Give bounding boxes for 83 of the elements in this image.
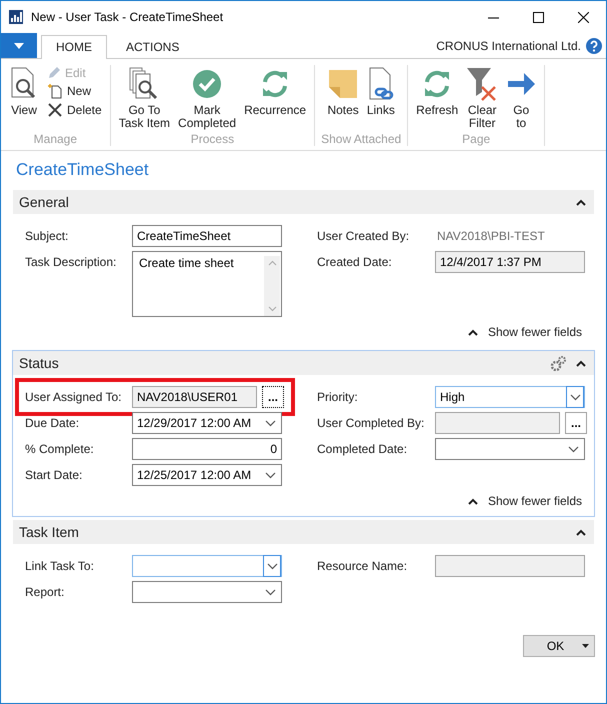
chevron-down-icon[interactable] [266,562,278,570]
ribbon-tab[interactable]: ACTIONS [111,35,194,59]
new-document-icon [47,83,63,99]
section-header[interactable]: Status [13,351,594,375]
field-label: Due Date: [25,415,80,432]
field-label: Completed Date: [317,441,408,458]
ribbon-button[interactable]: Go To Task Item [116,65,172,132]
section-title[interactable]: Task Item [19,524,566,540]
field-label: User Assigned To: [25,389,122,406]
caret-icon [14,42,24,48]
section-title[interactable]: Status [19,355,540,371]
ribbon-button[interactable]: New [45,82,104,100]
collapse-icon[interactable] [576,198,586,206]
section-title[interactable]: General [19,194,566,210]
maximize-icon[interactable] [533,12,544,22]
group-label: Process [190,132,234,146]
chevron-down-icon[interactable] [570,394,580,400]
document-link-icon [366,67,395,101]
field-label: Resource Name: [317,558,408,575]
field-label: % Complete: [25,441,95,458]
field-label: Start Date: [25,467,84,484]
chevron-down-icon[interactable] [265,472,276,479]
show-fewer-fields-link[interactable]: Show fewer fields [468,494,582,508]
ribbon-button[interactable]: Clear Filter [464,65,500,132]
note-icon [328,69,358,99]
dropdown-field[interactable]: 12/29/2017 12:00 AM [132,412,282,434]
group-label: Manage [34,132,78,146]
lookup-button[interactable]: ... [565,412,587,434]
field-label: Task Description: [25,254,118,271]
ribbon-button[interactable]: Mark Completed [176,65,238,132]
menu-button[interactable] [1,33,37,58]
window-title: New - User Task - CreateTimeSheet [31,10,224,24]
dropdown-field[interactable] [132,581,282,603]
chevron-down-icon[interactable] [568,446,579,453]
pencil-icon [47,66,61,80]
lookup-field[interactable]: NAV2018\USER01 [132,386,257,408]
group-label: Show Attached [321,132,402,146]
dropdown-field[interactable] [435,438,585,460]
help-icon[interactable] [586,38,602,54]
checkmark-icon [192,69,222,99]
page-title: CreateTimeSheet [16,160,150,180]
field-label: User Created By: [317,228,410,245]
app-logo-icon [9,10,23,24]
caret-icon[interactable] [582,644,590,648]
dropdown-field[interactable]: 12/25/2017 12:00 AM [132,464,282,486]
lookup-field[interactable] [435,412,560,434]
show-fewer-fields-link[interactable]: Show fewer fields [468,325,582,339]
dropdown-field[interactable] [132,555,282,577]
collapse-icon[interactable] [576,528,586,536]
ribbon-button[interactable]: Go to [504,65,538,132]
lookup-button[interactable]: ... [262,386,284,408]
ribbon-tab[interactable]: HOME [41,35,107,59]
field-label: Report: [25,584,66,601]
group-label: Page [462,132,490,146]
ribbon-button[interactable]: Notes [325,65,361,132]
ribbon-button[interactable]: Recurrence [242,65,308,132]
section-header[interactable]: General [13,190,594,214]
collapse-icon[interactable] [576,360,586,366]
number-field[interactable]: 0 [132,438,282,460]
field-label: Created Date: [317,254,393,271]
section-header[interactable]: Task Item [13,520,594,544]
clear-filter-icon [466,67,498,101]
dropdown-field[interactable]: High [435,386,585,408]
gears-icon[interactable] [550,356,566,370]
chevron-up-icon [468,498,478,504]
ok-button[interactable]: OK [523,635,595,657]
delete-icon [47,102,63,118]
company-name[interactable]: CRONUS International Ltd. [436,38,581,52]
field-label: Priority: [317,389,359,406]
ribbon-button[interactable]: Refresh [414,65,460,132]
text-field[interactable]: CreateTimeSheet [132,225,282,247]
field-value: NAV2018\PBI-TEST [436,228,545,245]
read-only-field: 12/4/2017 1:37 PM [435,251,585,273]
chevron-down-icon[interactable] [265,589,276,596]
field-label: User Completed By: [317,415,426,432]
ribbon-button[interactable]: View [7,65,41,132]
ribbon-button[interactable]: Links [364,65,397,132]
chevron-up-icon [468,328,478,336]
ribbon-button[interactable]: Delete [45,101,104,119]
field-label: Subject: [25,228,70,245]
close-icon[interactable] [578,12,589,22]
chevron-down-icon[interactable] [265,420,276,427]
field-label: Link Task To: [25,558,95,575]
